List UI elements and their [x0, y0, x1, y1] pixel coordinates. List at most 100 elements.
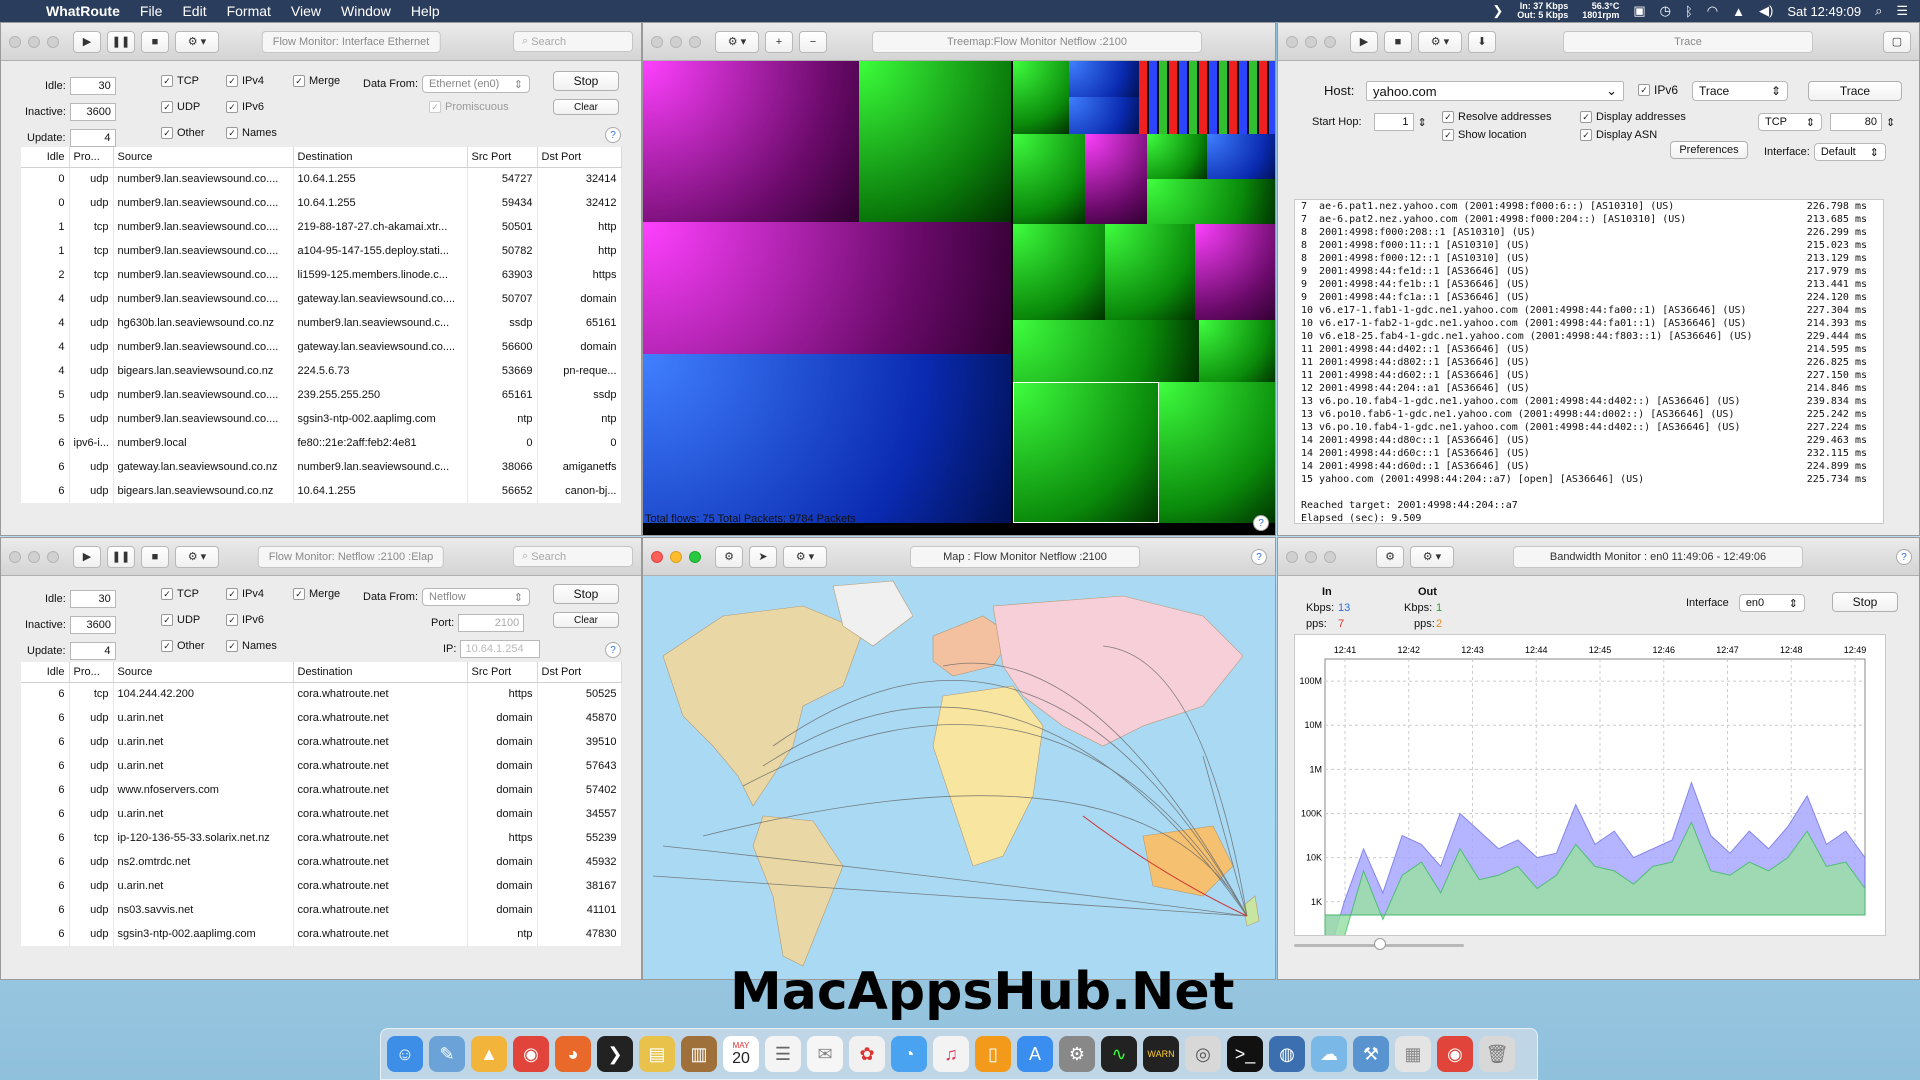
col-src-port[interactable]: Src Port	[467, 147, 538, 168]
download-icon[interactable]: ⬇	[1468, 30, 1496, 53]
stop-icon[interactable]: ■	[141, 30, 169, 53]
table-row[interactable]: 6 udp sgsin3-ntp-002.aaplimg.com cora.whatr…	[21, 922, 622, 946]
udp-checkbox[interactable]: ✓	[161, 614, 173, 626]
gear-menu-icon[interactable]: ⚙ ▾	[783, 545, 827, 568]
zoom-button[interactable]	[1324, 550, 1336, 563]
network-speed-widget[interactable]: In: 37 Kbps Out: 5 Kbps	[1517, 2, 1568, 20]
table-row[interactable]: 1 tcp number9.lan.seaviewsound.co.... a104-…	[21, 239, 622, 263]
temperature-widget[interactable]: 56.3°C 1801rpm	[1582, 2, 1619, 20]
itunes-icon[interactable]: ♫	[933, 1036, 969, 1072]
table-row[interactable]: 6 udp bigears.lan.seaviewsound.co.nz 10.64.…	[21, 479, 622, 503]
trace-button[interactable]: Trace	[1808, 81, 1902, 101]
treemap-cell[interactable]	[1013, 224, 1105, 320]
help-icon[interactable]: ?	[605, 127, 621, 143]
terminal-icon[interactable]: >_	[1227, 1036, 1263, 1072]
stepper-icon[interactable]: ⇕	[1886, 116, 1895, 129]
network-cloud-icon[interactable]: ☁	[1311, 1036, 1347, 1072]
minimize-button[interactable]	[670, 550, 682, 563]
app-store-icon[interactable]: A	[1017, 1036, 1053, 1072]
chevron-right-icon[interactable]: ❯	[1492, 3, 1503, 19]
finder-icon[interactable]: ☺	[387, 1036, 423, 1072]
close-button[interactable]	[651, 35, 663, 48]
treemap-cell[interactable]	[1207, 134, 1275, 179]
preferences-button[interactable]: Preferences	[1670, 141, 1748, 159]
interface-select[interactable]: Default ⇕	[1813, 143, 1886, 161]
airplay-icon[interactable]: ▲	[1732, 4, 1745, 19]
pause-icon[interactable]: ❚❚	[107, 545, 135, 568]
gear-menu-icon[interactable]: ⚙ ▾	[1410, 545, 1454, 568]
table-row[interactable]: 4 udp number9.lan.seaviewsound.co.... gatew…	[21, 335, 622, 359]
treemap-cell[interactable]	[1013, 320, 1199, 382]
col-dst-port[interactable]: Dst Port	[537, 662, 622, 683]
col-destination[interactable]: Destination	[293, 662, 468, 683]
show-location-checkbox[interactable]: ✓	[1442, 129, 1454, 141]
zoom-out-icon[interactable]: −	[799, 30, 827, 53]
merge-checkbox[interactable]: ✓	[293, 588, 305, 600]
stop-button[interactable]: Stop	[1832, 592, 1898, 612]
treemap-cell[interactable]	[1139, 61, 1275, 134]
zoom-button[interactable]	[689, 550, 701, 563]
vlc-icon[interactable]: ▲	[471, 1036, 507, 1072]
mode-select[interactable]: Trace ⇕	[1692, 81, 1788, 101]
help-icon[interactable]: ?	[1896, 549, 1912, 565]
merge-checkbox[interactable]: ✓	[293, 75, 305, 87]
ipv4-checkbox[interactable]: ✓	[226, 75, 238, 87]
port-input[interactable]: 2100	[458, 614, 525, 632]
zoom-button[interactable]	[47, 35, 59, 48]
search-input[interactable]: ⌕ Search	[513, 31, 633, 52]
bluetooth-icon[interactable]: ᛒ	[1685, 4, 1693, 19]
other-checkbox[interactable]: ✓	[161, 127, 173, 139]
treemap-cell[interactable]	[1069, 97, 1139, 134]
firefox-icon[interactable]: ◕	[555, 1036, 591, 1072]
table-row[interactable]: 6 udp u.arin.net cora.whatroute.net domain 57…	[21, 754, 622, 778]
search-input[interactable]: ⌕ Search	[513, 546, 633, 567]
promiscuous-checkbox[interactable]: ✓	[429, 101, 441, 113]
col-protocol[interactable]: Pro...	[69, 662, 114, 683]
spotlight-search-icon[interactable]: ⌕	[1875, 3, 1882, 19]
udp-checkbox[interactable]: ✓	[161, 101, 173, 113]
menu-edit[interactable]: Edit	[172, 3, 216, 19]
other-checkbox[interactable]: ✓	[161, 640, 173, 652]
treemap-cell[interactable]	[1013, 61, 1069, 134]
close-button[interactable]	[1286, 35, 1298, 48]
messages-icon[interactable]: ◔	[891, 1036, 927, 1072]
minimize-button[interactable]	[1305, 35, 1317, 48]
minimize-button[interactable]	[1305, 550, 1317, 563]
interface-select[interactable]: en0 ⇕	[1738, 594, 1805, 612]
table-row[interactable]: 5 udp number9.lan.seaviewsound.co.... 239.2…	[21, 383, 622, 407]
volume-icon[interactable]: ◀)	[1759, 3, 1773, 19]
col-source[interactable]: Source	[113, 147, 294, 168]
table-row[interactable]: 2 tcp number9.lan.seaviewsound.co.... li159…	[21, 263, 622, 287]
table-row[interactable]: 0 udp number9.lan.seaviewsound.co.... 10.64…	[21, 167, 622, 191]
table-row[interactable]: 6 udp www.nfoservers.com cora.whatroute.net…	[21, 778, 622, 802]
gear-menu-icon[interactable]: ⚙ ▾	[175, 545, 219, 568]
idle-input[interactable]: 30	[69, 77, 116, 95]
time-machine-icon[interactable]: ◷	[1660, 3, 1671, 19]
table-row[interactable]: 1 tcp number9.lan.seaviewsound.co.... 219-8…	[21, 215, 622, 239]
play-icon[interactable]: ▶	[73, 545, 101, 568]
pause-icon[interactable]: ❚❚	[107, 30, 135, 53]
help-icon[interactable]: ?	[1253, 515, 1269, 531]
host-combobox[interactable]: yahoo.com ⌄	[1366, 81, 1624, 101]
treemap-cell[interactable]	[643, 61, 859, 222]
stop-icon[interactable]: ■	[1384, 30, 1412, 53]
ip-input[interactable]: 10.64.1.254	[460, 640, 541, 658]
xcode-icon[interactable]: ⚒	[1353, 1036, 1389, 1072]
treemap-cell[interactable]	[1159, 382, 1275, 523]
minimize-button[interactable]	[28, 35, 40, 48]
table-row[interactable]: 6 udp ns03.savvis.net cora.whatroute.net dom…	[21, 898, 622, 922]
wifi-icon[interactable]: ◠	[1707, 3, 1718, 19]
table-row[interactable]: 4 udp bigears.lan.seaviewsound.co.nz 224.5.…	[21, 359, 622, 383]
menu-file[interactable]: File	[130, 3, 173, 19]
treemap-cell[interactable]	[1195, 224, 1275, 320]
console-icon[interactable]: WARN	[1143, 1036, 1179, 1072]
tcp-checkbox[interactable]: ✓	[161, 588, 173, 600]
treemap-cell[interactable]	[1147, 134, 1207, 179]
gear-icon[interactable]: ⚙	[1376, 545, 1404, 568]
zoom-button[interactable]	[47, 550, 59, 563]
network-radar-icon[interactable]: ◍	[1269, 1036, 1305, 1072]
table-row[interactable]: 6 tcp ip-120-136-55-33.solarix.net.nz cora.…	[21, 826, 622, 850]
stop-icon[interactable]: ■	[141, 545, 169, 568]
menu-view[interactable]: View	[281, 3, 331, 19]
stop-button[interactable]: Stop	[553, 71, 619, 91]
